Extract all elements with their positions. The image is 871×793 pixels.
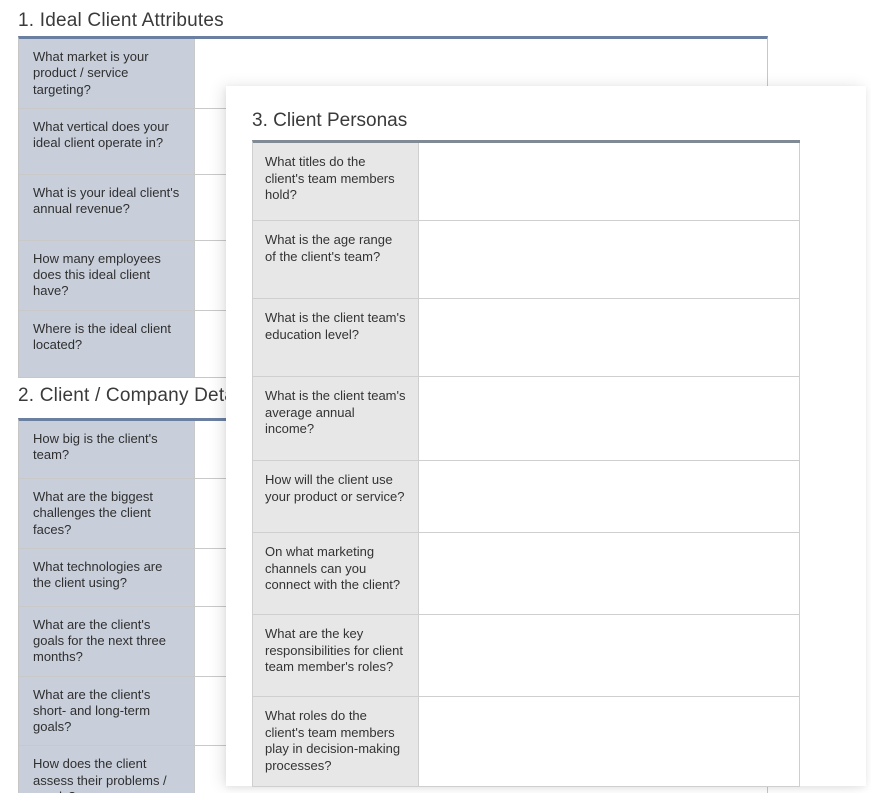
document-canvas: 1. Ideal Client Attributes What market i… [0,0,871,793]
answer-cell[interactable] [419,697,800,786]
question-cell: What are the client's short- and long-te… [19,677,195,746]
answer-cell[interactable] [419,615,800,696]
section-3-heading: 3. Client Personas [252,110,407,132]
question-cell: How many employees does this ideal clien… [19,241,195,310]
table-row: What are the key responsibilities for cl… [253,615,800,697]
table-row: What titles do the client's team members… [253,143,800,221]
answer-cell[interactable] [419,461,800,532]
question-cell: What is the client team's average annual… [253,377,419,460]
table-row: What roles do the client's team members … [253,697,800,787]
section-3-table: What titles do the client's team members… [252,140,800,787]
question-cell: How does the client assess their problem… [19,746,195,793]
table-row: How will the client use your product or … [253,461,800,533]
question-cell: What are the key responsibilities for cl… [253,615,419,696]
question-cell: What titles do the client's team members… [253,143,419,220]
question-cell: On what marketing channels can you conne… [253,533,419,614]
table-row: What is the client team's education leve… [253,299,800,377]
question-cell: How will the client use your product or … [253,461,419,532]
section-2-heading: 2. Client / Company Details [18,385,254,407]
question-cell: Where is the ideal client located? [19,311,195,377]
answer-cell[interactable] [419,143,800,220]
question-cell: What is your ideal client's annual reven… [19,175,195,240]
question-cell: What is the client team's education leve… [253,299,419,376]
question-cell: What is the age range of the client's te… [253,221,419,298]
answer-cell[interactable] [419,377,800,460]
table-row: What is the age range of the client's te… [253,221,800,299]
question-cell: How big is the client's team? [19,421,195,478]
question-cell: What roles do the client's team members … [253,697,419,786]
question-cell: What are the biggest challenges the clie… [19,479,195,548]
table-row: What is the client team's average annual… [253,377,800,461]
section-3-card: 3. Client Personas What titles do the cl… [226,86,866,786]
question-cell: What technologies are the client using? [19,549,195,606]
question-cell: What vertical does your ideal client ope… [19,109,195,174]
table-row: On what marketing channels can you conne… [253,533,800,615]
answer-cell[interactable] [419,299,800,376]
section-1-heading: 1. Ideal Client Attributes [18,10,224,32]
question-cell: What market is your product / service ta… [19,39,195,108]
question-cell: What are the client's goals for the next… [19,607,195,676]
answer-cell[interactable] [419,221,800,298]
answer-cell[interactable] [419,533,800,614]
